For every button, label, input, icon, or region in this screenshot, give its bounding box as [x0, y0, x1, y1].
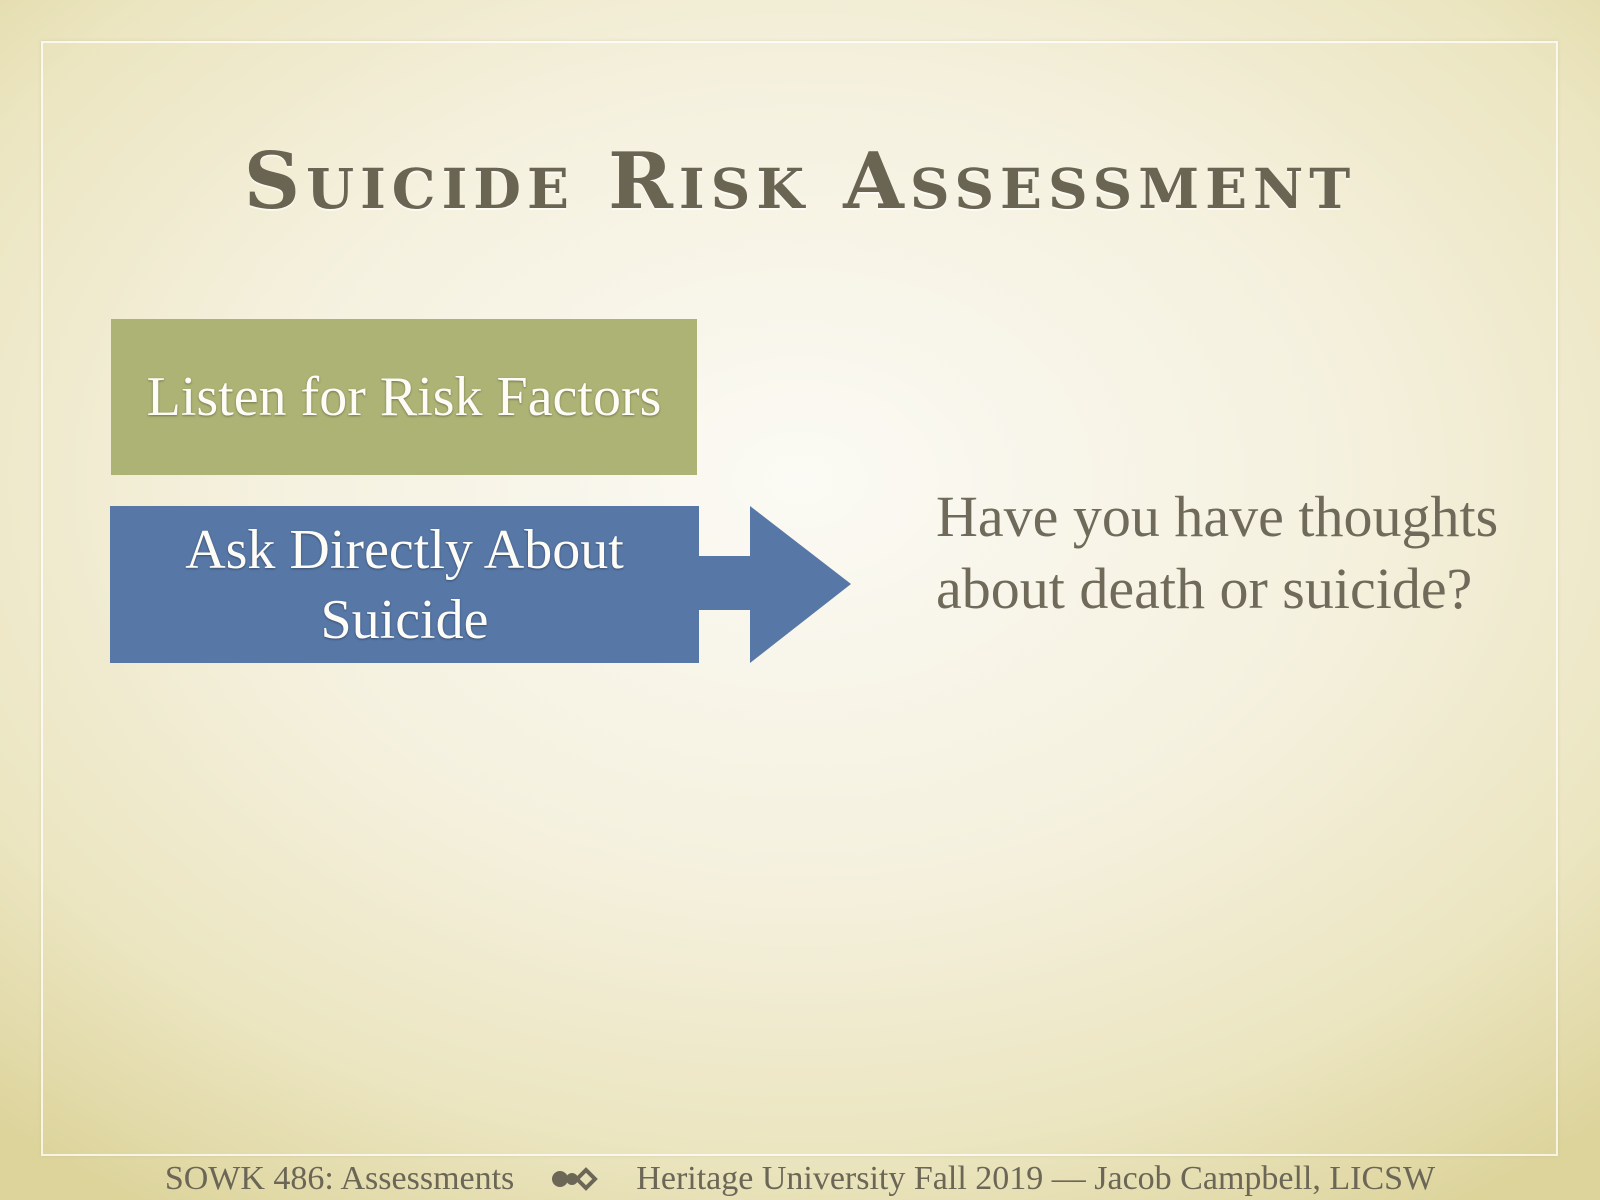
- question-text: Have you have thoughts about death or su…: [936, 484, 1499, 621]
- footer-course: SOWK 486: Assessments: [164, 1160, 515, 1197]
- slide-title: Suicide Risk Assessment: [243, 136, 1357, 227]
- arrow-right-icon: [697, 506, 851, 663]
- footer-credit: Heritage University Fall 2019 — Jacob Ca…: [636, 1160, 1436, 1197]
- ask-directly-label: Ask Directly About Suicide: [185, 518, 624, 651]
- ask-directly-box: Ask Directly About Suicide: [110, 506, 699, 663]
- slide-footer: SOWK 486: Assessments Heritage Universit…: [0, 1158, 1600, 1200]
- risk-factors-label: Listen for Risk Factors: [146, 366, 662, 428]
- ornament-icon: [552, 1167, 599, 1191]
- risk-factors-box: Listen for Risk Factors: [111, 319, 697, 475]
